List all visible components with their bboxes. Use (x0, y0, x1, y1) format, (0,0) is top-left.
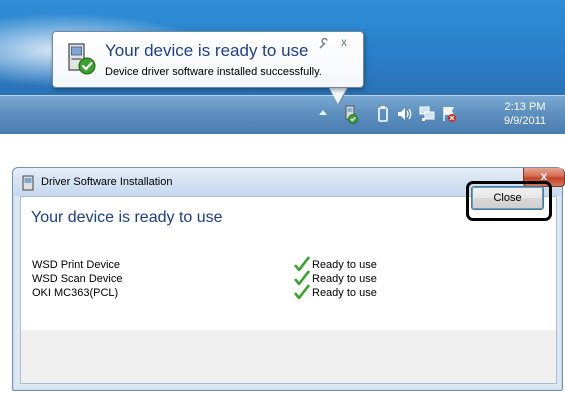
device-status: Ready to use (312, 287, 377, 299)
device-icon (22, 175, 34, 191)
volume-icon[interactable] (395, 104, 413, 124)
notification-body: Device driver software installed success… (105, 66, 322, 78)
clock-date: 9/9/2011 (503, 115, 546, 127)
device-installed-icon (68, 43, 96, 75)
battery-icon[interactable] (374, 104, 392, 124)
action-center-icon[interactable] (440, 104, 458, 124)
dialog-footer (20, 330, 557, 384)
device-name: OKI MC363(PCL) (32, 287, 119, 299)
show-hidden-icons-icon[interactable] (319, 110, 327, 115)
device-row: WSD Print Device Ready to use (21, 256, 556, 273)
device-status: Ready to use (312, 273, 377, 285)
notification-title: Your device is ready to use (105, 41, 309, 60)
network-icon[interactable] (418, 104, 436, 124)
device-install-icon[interactable] (341, 104, 359, 124)
close-button[interactable]: Close (471, 186, 544, 210)
taskbar (0, 95, 565, 134)
window-title: Driver Software Installation (41, 176, 173, 188)
close-icon[interactable]: x (341, 35, 347, 49)
wrench-icon[interactable] (318, 38, 330, 50)
clock-time: 2:13 PM (504, 101, 546, 113)
device-row: OKI MC363(PCL) Ready to use (21, 284, 556, 301)
device-name: WSD Scan Device (32, 273, 123, 285)
dialog-heading: Your device is ready to use (31, 209, 223, 226)
check-icon (294, 284, 310, 300)
taskbar-clock[interactable]: 2:13 PM 9/9/2011 (494, 100, 556, 128)
device-name: WSD Print Device (32, 259, 121, 271)
notification-balloon[interactable]: Your device is ready to use Device drive… (52, 31, 364, 88)
device-status: Ready to use (312, 259, 377, 271)
balloon-tail (328, 86, 348, 104)
device-row: WSD Scan Device Ready to use (21, 270, 556, 287)
